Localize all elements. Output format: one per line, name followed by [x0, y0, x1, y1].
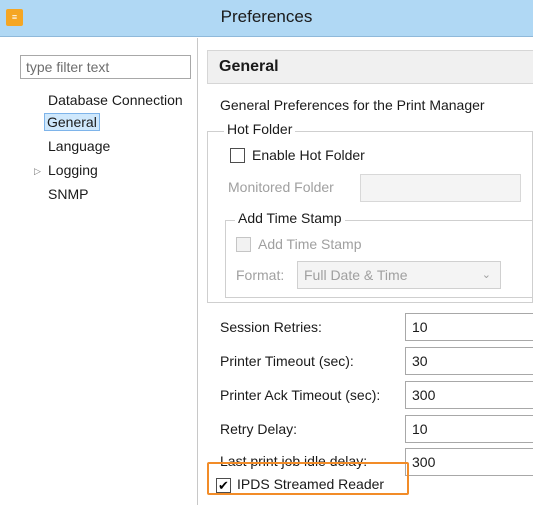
chevron-down-icon: ⌄ — [481, 269, 491, 281]
section-title: General — [219, 58, 279, 75]
tree-item-snmp[interactable]: SNMP — [48, 186, 88, 202]
clipped-next-row — [222, 498, 226, 505]
printer-timeout-input[interactable]: 30 — [405, 347, 533, 375]
monitored-folder-label: Monitored Folder — [228, 179, 334, 195]
preferences-tree-pane: Database Connection General Language ▷ L… — [0, 38, 198, 505]
hot-folder-group-label: Hot Folder — [224, 121, 296, 137]
format-select[interactable]: Full Date & Time ⌄ — [297, 261, 501, 289]
expand-arrow-icon[interactable]: ▷ — [34, 166, 41, 177]
retry-delay-input[interactable]: 10 — [405, 415, 533, 443]
session-retries-label: Session Retries: — [220, 319, 322, 335]
monitored-folder-field[interactable] — [360, 174, 521, 202]
preferences-content-pane: General General Preferences for the Prin… — [199, 38, 533, 505]
printer-timeout-label: Printer Timeout (sec): — [220, 353, 354, 369]
session-retries-input[interactable]: 10 — [405, 313, 533, 341]
idle-delay-input[interactable]: 300 — [405, 448, 533, 476]
page-description: General Preferences for the Print Manage… — [220, 97, 485, 113]
add-time-stamp-checkbox[interactable] — [236, 237, 251, 252]
title-bar[interactable]: ≡ Preferences — [0, 0, 533, 37]
printer-ack-timeout-label: Printer Ack Timeout (sec): — [220, 387, 381, 403]
add-time-stamp-label: Add Time Stamp — [258, 236, 362, 252]
format-label: Format: — [236, 267, 285, 283]
section-header: General — [207, 50, 533, 84]
window-title: Preferences — [220, 7, 313, 26]
ipds-streamed-reader-label: IPDS Streamed Reader — [237, 476, 385, 492]
tree-item-general[interactable]: General — [44, 113, 100, 131]
format-select-value: Full Date & Time — [304, 267, 408, 283]
enable-hot-folder-label: Enable Hot Folder — [252, 147, 365, 163]
enable-hot-folder-checkbox[interactable] — [230, 148, 245, 163]
printer-ack-timeout-input[interactable]: 300 — [405, 381, 533, 409]
filter-input[interactable] — [20, 55, 191, 79]
tree-item-language[interactable]: Language — [48, 138, 110, 154]
ipds-streamed-reader-checkbox[interactable]: ✔ — [216, 478, 231, 493]
retry-delay-label: Retry Delay: — [220, 421, 298, 437]
time-stamp-group-label: Add Time Stamp — [235, 210, 345, 226]
tree-item-logging[interactable]: Logging — [48, 162, 98, 178]
tree-item-database-connection[interactable]: Database Connection — [48, 92, 183, 108]
